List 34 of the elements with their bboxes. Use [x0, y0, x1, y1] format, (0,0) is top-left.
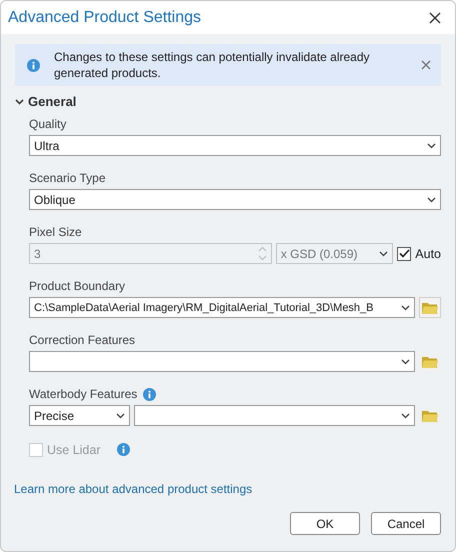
mode-dropdown[interactable]: Precise	[29, 405, 130, 426]
path-dropdown[interactable]	[134, 405, 415, 426]
spinner-icon	[258, 246, 267, 261]
window-title: Advanced Product Settings	[8, 8, 202, 26]
check-icon	[398, 249, 410, 258]
info-icon	[27, 58, 40, 72]
browse-button[interactable]	[419, 297, 441, 318]
cancel-button[interactable]: Cancel	[371, 512, 441, 535]
caret-icon	[116, 412, 125, 418]
path-dropdown[interactable]: C:\SampleData\Aerial Imagery\RM_DigitalAerial_Tutorial_3D\Mesh_B	[29, 297, 415, 318]
help-link[interactable]: Learn more about advanced product settings	[14, 482, 252, 496]
path-dropdown[interactable]	[29, 351, 415, 372]
field-label: Waterbody Features	[29, 387, 138, 401]
folder-icon	[422, 410, 438, 422]
field-label: Quality	[29, 117, 66, 131]
section-header[interactable]: General	[15, 94, 76, 109]
caret-icon	[401, 412, 410, 418]
caret-icon	[401, 358, 410, 364]
caret-icon	[379, 250, 388, 256]
banner-message: Changes to these settings can potentially invalidate already generated products.	[54, 49, 371, 81]
field-label: Scenario Type	[29, 171, 106, 185]
caret-icon	[401, 304, 410, 310]
folder-icon	[422, 356, 438, 368]
chevron-icon	[15, 98, 24, 104]
folder-icon	[422, 302, 438, 314]
ok-button[interactable]: OK	[290, 512, 360, 535]
dropdown[interactable]: Ultra	[29, 135, 441, 156]
field-label: Product Boundary	[29, 279, 126, 293]
caret-icon	[427, 196, 436, 202]
field-label: Pixel Size	[29, 225, 82, 239]
caret-icon	[427, 142, 436, 148]
close-icon[interactable]	[429, 12, 441, 24]
field-label: Correction Features	[29, 333, 136, 347]
dropdown[interactable]: Oblique	[29, 189, 441, 210]
